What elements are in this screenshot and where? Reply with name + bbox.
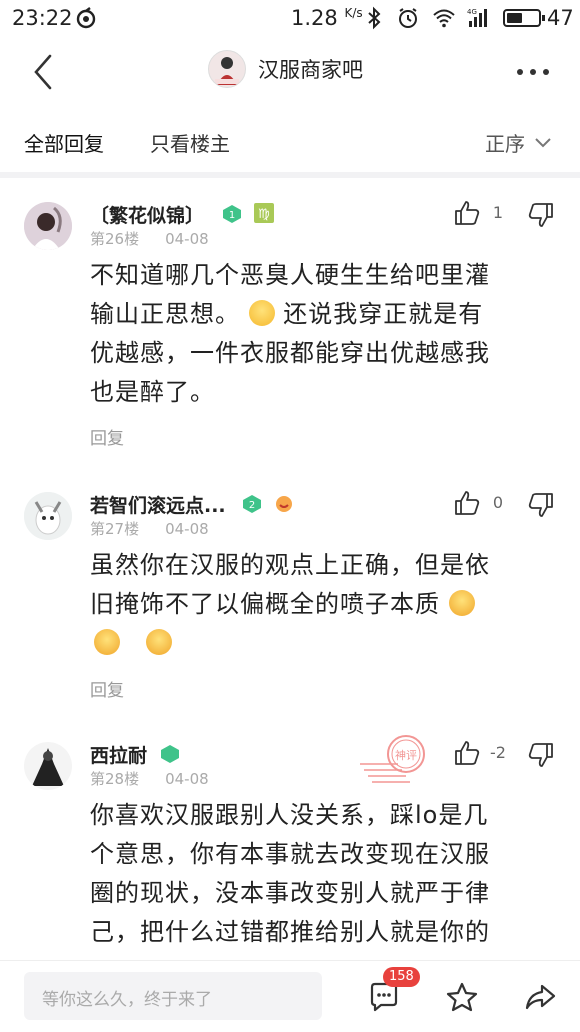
username[interactable]: 〔繁花似锦〕: [90, 201, 204, 228]
post-date: 04-08: [165, 230, 209, 248]
level-badge-icon: 1: [223, 205, 241, 223]
post-line: [90, 624, 560, 663]
virgo-sign-icon: ♍: [254, 203, 274, 223]
post-line: 也是醉了。: [90, 378, 215, 406]
thumbs-down-icon[interactable]: [528, 202, 554, 228]
reply-link[interactable]: 回复: [90, 676, 124, 701]
hot-comment-stamp: 神评: [360, 735, 425, 783]
floor-number: 第27楼: [90, 520, 140, 538]
post-meta: 第28楼 04-08: [90, 768, 235, 789]
svg-text:4G: 4G: [467, 8, 477, 16]
reply-tabs: 全部回复 只看楼主 正序: [0, 118, 580, 168]
battery-icon: [503, 9, 545, 27]
post-line: 输山正思想。 还说我穿正就是有: [90, 300, 484, 328]
sort-label: 正序: [485, 132, 525, 156]
status-bar: 23:22 1.28 K/s 4G 47: [0, 0, 580, 38]
grin-emoji-icon: [248, 300, 275, 326]
status-time: 23:22: [12, 6, 73, 30]
sick-emoji-icon: [94, 629, 120, 655]
username[interactable]: 西拉耐: [90, 741, 147, 768]
more-dots-icon[interactable]: [516, 68, 550, 76]
level-badge-icon: 2: [243, 495, 261, 513]
wifi-icon: [433, 9, 455, 28]
section-divider: [0, 172, 580, 178]
post-line: 虽然你在汉服的观点上正确，但是依: [90, 551, 490, 579]
username[interactable]: 若智们滚远点...: [90, 491, 226, 518]
post-line: 优越感，一件衣服都能穿出优越感我: [90, 339, 490, 367]
comment-placeholder: 等你这么久，终于来了: [42, 990, 212, 1010]
thumbs-down-icon[interactable]: [528, 492, 554, 518]
thumbs-up-icon[interactable]: [454, 200, 480, 226]
post-body: 不知道哪几个恶臭人硬生生给吧里灌 输山正思想。 还说我穿正就是有 优越感，一件衣…: [90, 256, 560, 412]
level-badge-icon: [161, 745, 179, 763]
post-date: 04-08: [165, 770, 209, 788]
forum-header[interactable]: 汉服商家吧: [208, 50, 363, 88]
comment-input[interactable]: 等你这么久，终于来了: [24, 972, 322, 1020]
thumbs-up-icon[interactable]: [454, 740, 480, 766]
post-body: 你喜欢汉服跟别人没关系，踩lo是几 个意思，你有本事就去改变现在汉服 圈的现状，…: [90, 796, 560, 952]
post-date: 04-08: [165, 520, 209, 538]
svg-text:1: 1: [229, 210, 235, 221]
post-meta: 第27楼 04-08: [90, 518, 235, 539]
network-speed: 1.28 K/s: [291, 6, 363, 30]
share-icon[interactable]: [524, 981, 556, 1013]
post-line: 个意思，你有本事就去改变现在汉服: [90, 840, 490, 868]
floor-number: 第26楼: [90, 230, 140, 248]
tab-owner-only[interactable]: 只看楼主: [150, 128, 230, 157]
reply-link[interactable]: 回复: [90, 424, 124, 449]
battery-percent: 47: [547, 6, 574, 30]
like-count: 1: [492, 203, 504, 222]
tab-all-replies[interactable]: 全部回复: [24, 128, 104, 157]
app-notification-icon: [76, 7, 96, 29]
thumbs-down-icon[interactable]: [528, 742, 554, 768]
floor-number: 第28楼: [90, 770, 140, 788]
sick-emoji-icon: [145, 629, 172, 655]
chevron-down-icon: [535, 137, 551, 147]
bottom-bar: 等你这么久，终于来了 158: [0, 960, 580, 1032]
post-line: 己，把什么过错都推给别人就是你的: [90, 918, 490, 946]
svg-text:♍: ♍: [258, 207, 270, 222]
post-line: 不知道哪几个恶臭人硬生生给吧里灌: [90, 261, 490, 289]
post-meta: 第26楼 04-08: [90, 228, 235, 249]
chevron-left-icon[interactable]: [28, 52, 58, 92]
alarm-icon: [399, 8, 417, 28]
avatar[interactable]: [24, 492, 72, 540]
bluetooth-icon: [368, 6, 381, 30]
star-icon[interactable]: [446, 981, 478, 1013]
post-body: 虽然你在汉服的观点上正确，但是依 旧掩饰不了以偏概全的喷子本质: [90, 546, 560, 663]
avatar[interactable]: [24, 742, 72, 790]
post-line: 你喜欢汉服跟别人没关系，踩lo是几: [90, 801, 489, 829]
smile-badge-icon: [276, 496, 292, 512]
forum-avatar: [208, 50, 246, 88]
forum-title: 汉服商家吧: [258, 58, 363, 82]
like-count: -2: [490, 743, 506, 762]
comment-count-badge: 158: [383, 967, 420, 987]
sick-emoji-icon: [448, 590, 475, 616]
signal-icon: 4G: [467, 8, 487, 27]
svg-text:神评: 神评: [395, 748, 417, 762]
like-count: 0: [492, 493, 504, 512]
thumbs-up-icon[interactable]: [454, 490, 480, 516]
svg-text:2: 2: [249, 500, 255, 511]
post-line: 旧掩饰不了以偏概全的喷子本质: [90, 585, 560, 624]
avatar[interactable]: [24, 202, 72, 250]
sort-dropdown[interactable]: 正序: [485, 128, 551, 157]
post-line: 圈的现状，没本事改变别人就严于律: [90, 879, 490, 907]
nav-bar: 汉服商家吧: [0, 40, 580, 104]
